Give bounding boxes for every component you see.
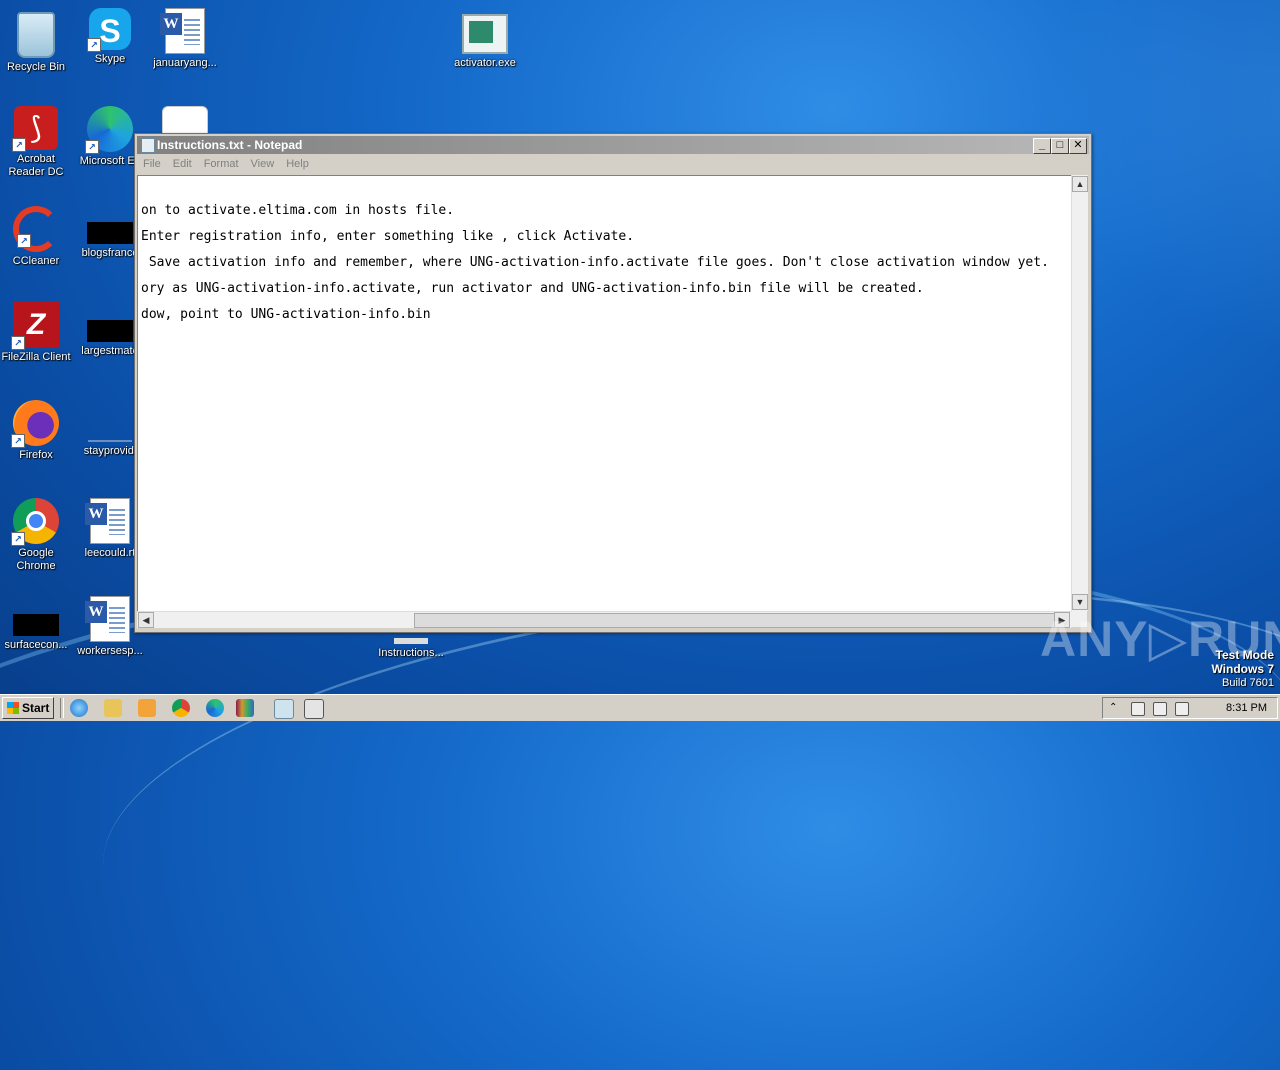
word-document-icon: W xyxy=(85,596,130,642)
system-tray: ⌃ 8:31 PM xyxy=(1102,697,1278,719)
scroll-left-button[interactable]: ◀ xyxy=(138,612,154,628)
desktop-icon-chrome[interactable]: ↗ Google Chrome xyxy=(0,498,72,573)
desktop-icon-acrobat[interactable]: ⟆ ↗ Acrobat Reader DC xyxy=(0,106,72,179)
desktop-icon-ccleaner[interactable]: ↗ CCleaner xyxy=(0,204,72,268)
chrome-taskbar-icon[interactable] xyxy=(172,699,190,717)
blank-file-icon xyxy=(87,320,133,342)
notepad-taskbar-icon[interactable] xyxy=(274,699,294,719)
text-editor[interactable]: on to activate.eltima.com in hosts file.… xyxy=(137,175,1073,613)
test-mode-notice: Test Mode Windows 7 Build 7601 xyxy=(1211,648,1274,689)
media-player-icon[interactable] xyxy=(138,699,156,717)
desktop-icon-januaryang[interactable]: W januaryang... xyxy=(149,8,221,70)
horizontal-scrollbar[interactable]: ◀ ▶ xyxy=(137,611,1071,628)
skype-icon: S ↗ xyxy=(87,8,131,52)
chrome-icon: ↗ xyxy=(11,498,59,546)
menu-bar: File Edit Format View Help xyxy=(137,156,1089,174)
acrobat-icon: ⟆ ↗ xyxy=(12,106,58,152)
app-taskbar-icon[interactable] xyxy=(304,699,324,719)
menu-edit[interactable]: Edit xyxy=(167,156,198,172)
scroll-down-button[interactable]: ▼ xyxy=(1072,594,1088,610)
desktop-icon-activator[interactable]: activator.exe xyxy=(449,8,521,70)
start-button[interactable]: Start xyxy=(2,697,54,719)
clock[interactable]: 8:31 PM xyxy=(1226,702,1267,714)
menu-format[interactable]: Format xyxy=(198,156,245,172)
action-center-icon[interactable] xyxy=(1175,702,1189,716)
edge-icon: ↗ xyxy=(85,106,133,154)
horizontal-scroll-thumb[interactable] xyxy=(414,613,1058,628)
document-text[interactable]: on to activate.eltima.com in hosts file.… xyxy=(138,176,1072,328)
ccleaner-icon: ↗ xyxy=(13,206,59,252)
explorer-icon[interactable] xyxy=(104,699,122,717)
executable-icon xyxy=(462,14,508,54)
word-document-icon: W xyxy=(85,498,130,544)
window-title: Instructions.txt - Notepad xyxy=(157,138,303,152)
blank-file-icon xyxy=(13,614,59,636)
filezilla-icon: Z ↗ xyxy=(11,302,59,350)
menu-file[interactable]: File xyxy=(137,156,167,172)
desktop-icon-skype[interactable]: S ↗ Skype xyxy=(74,8,146,66)
show-hidden-icons-icon[interactable]: ⌃ xyxy=(1109,702,1121,714)
menu-help[interactable]: Help xyxy=(280,156,315,172)
notepad-window[interactable]: Instructions.txt - Notepad _ □ ✕ File Edi… xyxy=(134,133,1092,633)
notepad-icon xyxy=(141,138,155,153)
close-button[interactable]: ✕ xyxy=(1069,138,1087,154)
edge-taskbar-icon[interactable] xyxy=(206,699,224,717)
winrar-taskbar-icon[interactable] xyxy=(236,699,254,717)
minimize-button[interactable]: _ xyxy=(1033,138,1051,154)
file-icon xyxy=(88,440,132,442)
ie-icon[interactable] xyxy=(70,699,88,717)
volume-icon[interactable] xyxy=(1131,702,1145,716)
word-document-icon: W xyxy=(160,8,205,54)
firefox-icon: ↗ xyxy=(11,400,59,448)
scroll-up-button[interactable]: ▲ xyxy=(1072,176,1088,192)
desktop-icon-surfacecon[interactable]: surfacecon... xyxy=(0,596,72,652)
network-icon[interactable] xyxy=(1153,702,1167,716)
blank-file-icon xyxy=(87,222,133,244)
windows-logo-icon xyxy=(7,702,19,714)
desktop-icon-filezilla[interactable]: Z ↗ FileZilla Client xyxy=(0,302,72,364)
title-bar[interactable]: Instructions.txt - Notepad _ □ ✕ xyxy=(137,136,1089,154)
vertical-scrollbar[interactable]: ▲ ▼ xyxy=(1071,175,1088,611)
maximize-button[interactable]: □ xyxy=(1051,138,1069,154)
taskbar-separator xyxy=(60,698,64,718)
text-file-icon xyxy=(394,638,428,644)
desktop-icon-recycle-bin[interactable]: Recycle Bin xyxy=(0,8,72,74)
desktop-icon-firefox[interactable]: ↗ Firefox xyxy=(0,400,72,462)
recycle-bin-icon xyxy=(17,12,55,58)
menu-view[interactable]: View xyxy=(245,156,281,172)
taskbar: Start ⌃ 8:31 PM xyxy=(0,694,1280,721)
